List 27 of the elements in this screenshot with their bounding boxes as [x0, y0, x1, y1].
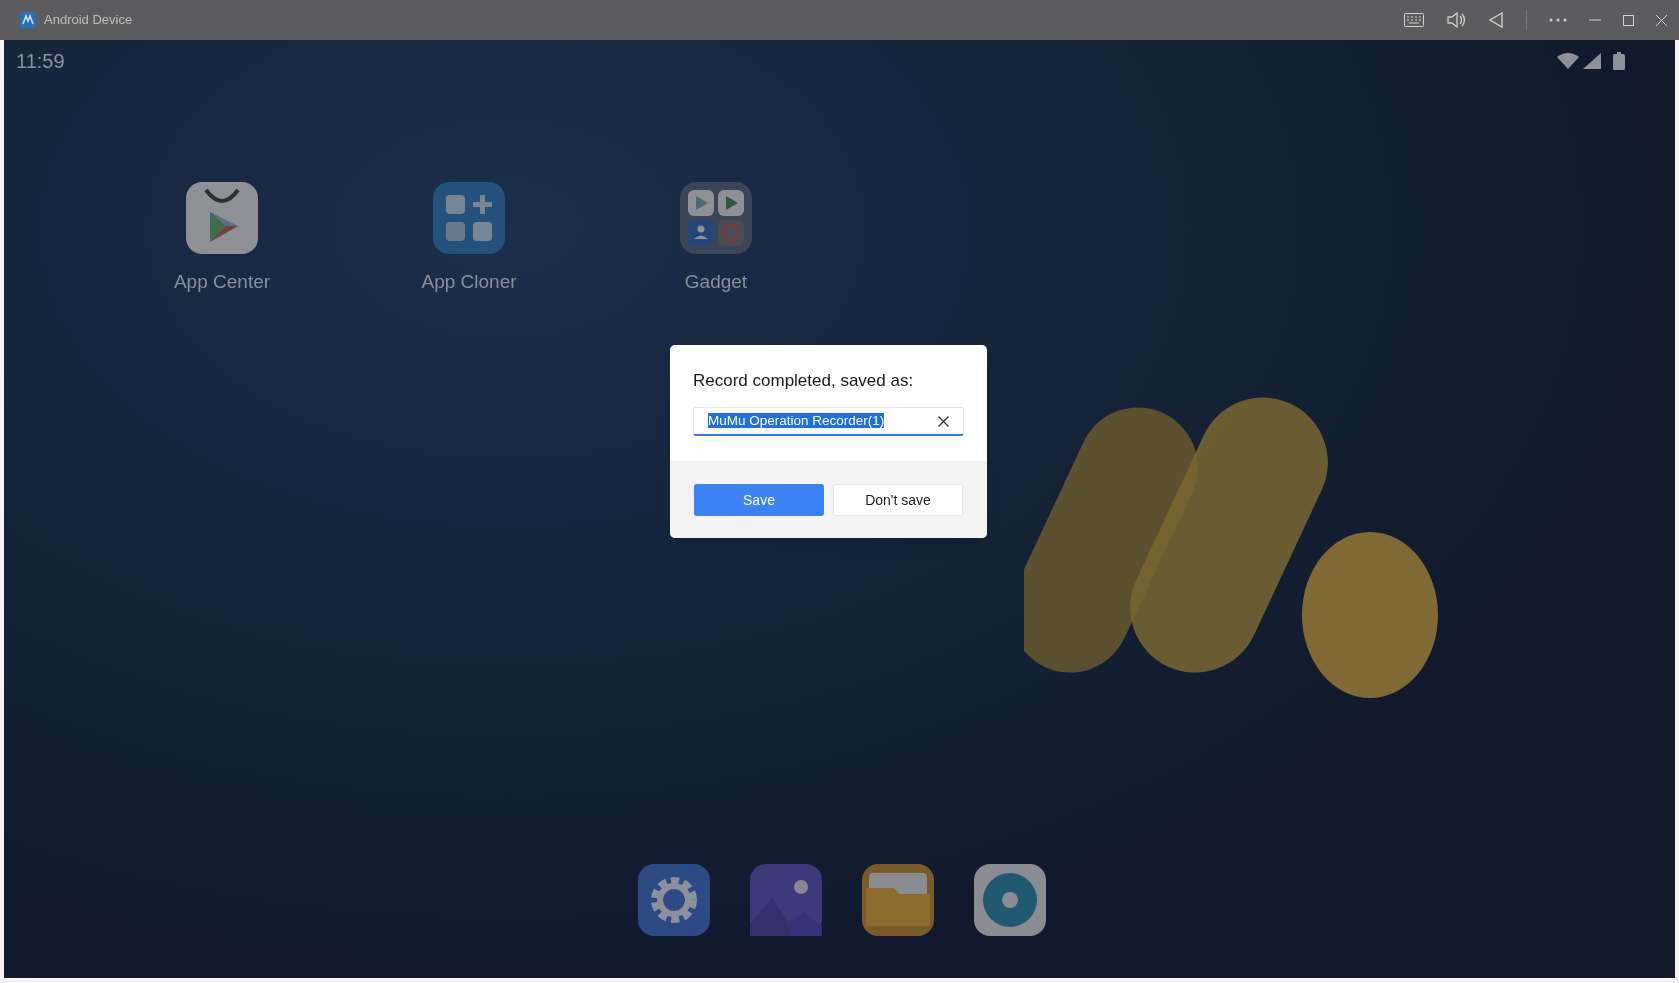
close-icon[interactable]	[1656, 14, 1667, 26]
file-name-value: MuMu Operation Recorder(1)	[708, 411, 886, 430]
image-icon[interactable]	[749, 864, 822, 936]
battery-icon	[1613, 52, 1625, 70]
maximize-icon[interactable]	[1623, 14, 1634, 26]
file-name-field[interactable]: MuMu Operation Recorder(1)	[693, 407, 964, 436]
back-triangle-icon[interactable]	[1488, 11, 1504, 29]
shopping-bag-play-icon	[186, 182, 258, 254]
dont-save-button[interactable]: Don't save	[833, 484, 963, 516]
volume-icon[interactable]	[1446, 11, 1466, 29]
clock: 11:59	[16, 49, 65, 74]
clear-icon[interactable]	[938, 415, 949, 427]
grid-plus-icon	[433, 182, 505, 254]
app-label[interactable]: App Cloner	[421, 268, 517, 297]
keyboard-icon[interactable]	[1404, 13, 1424, 27]
dialog-message: Record completed, saved as:	[693, 369, 915, 392]
window-title: Android Device	[44, 11, 133, 30]
app-folder-icon	[680, 182, 752, 254]
more-icon[interactable]	[1549, 18, 1567, 22]
app-label[interactable]: Gadget	[684, 268, 748, 297]
folder-icon[interactable]	[861, 864, 934, 936]
save-button[interactable]: Save	[694, 484, 824, 516]
gear-icon[interactable]	[637, 864, 710, 936]
wifi-icon	[1557, 53, 1579, 69]
signal-icon	[1583, 53, 1601, 69]
app-label[interactable]: App Center	[173, 268, 271, 297]
app-logo-icon	[20, 12, 36, 28]
